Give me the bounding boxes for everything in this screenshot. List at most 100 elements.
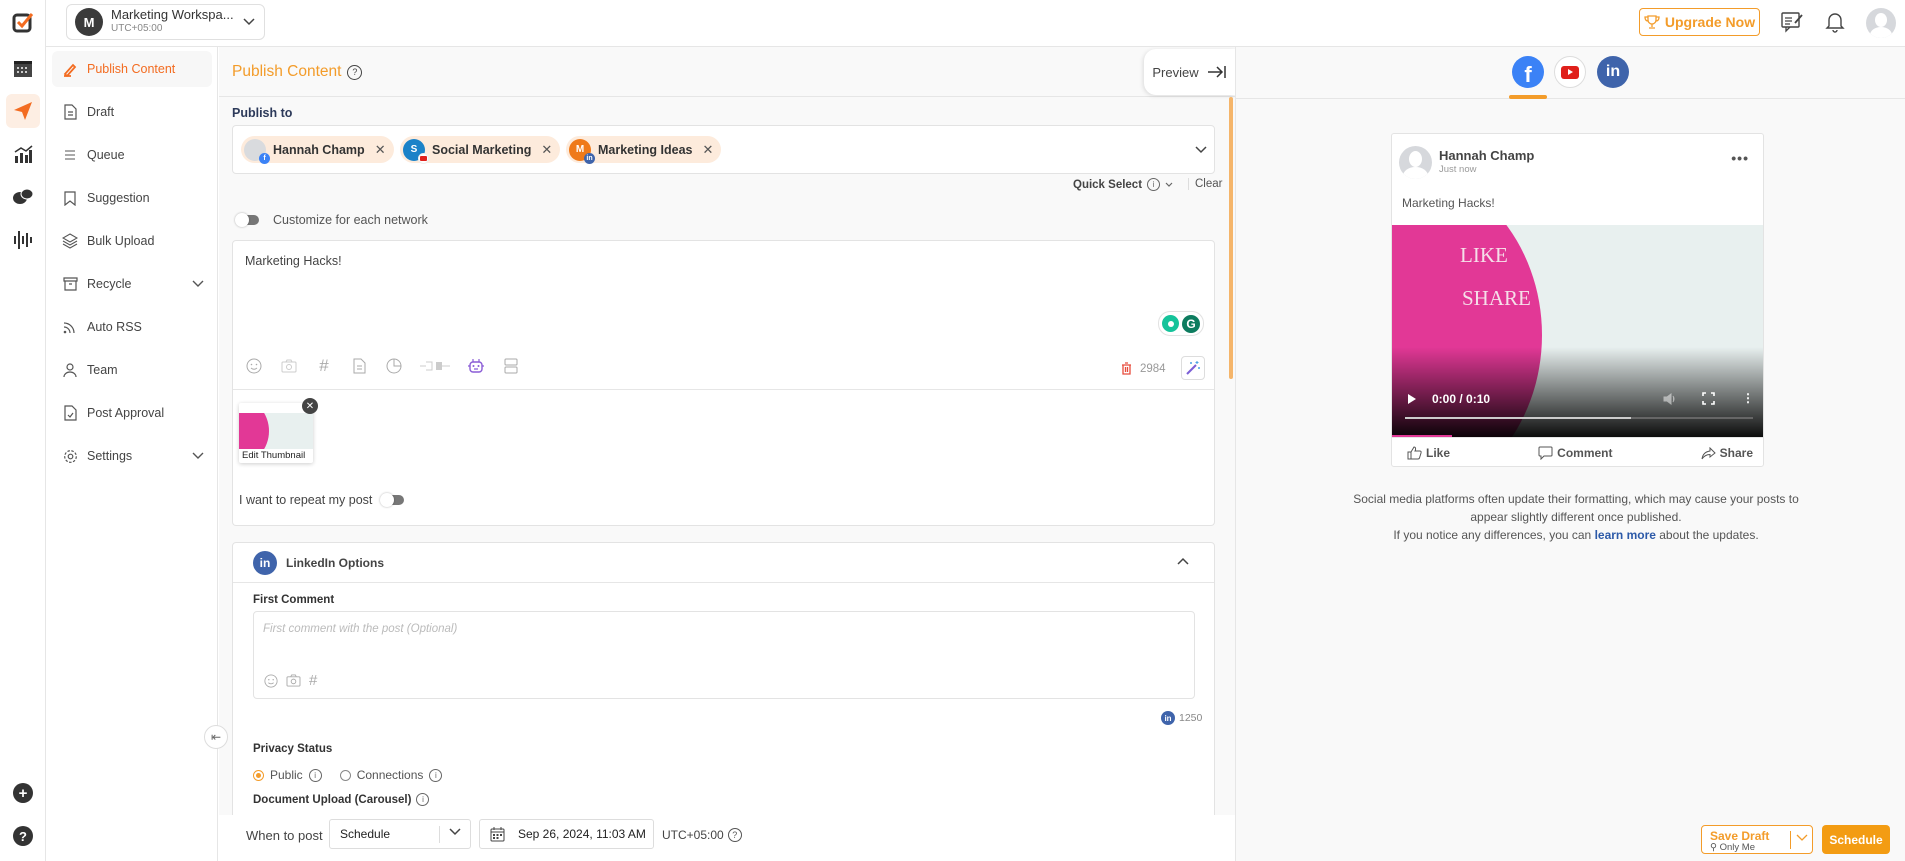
linkedin-options-header[interactable]: in LinkedIn Options bbox=[233, 543, 1214, 583]
share-action[interactable]: Share bbox=[1701, 446, 1753, 460]
account-selector[interactable]: f Hannah Champ ✕ S Social Marketing ✕ M … bbox=[232, 125, 1215, 174]
user-icon bbox=[62, 362, 78, 378]
compose-note-icon[interactable] bbox=[1780, 11, 1804, 36]
help-circle-icon[interactable]: ? bbox=[727, 828, 742, 842]
video-more-icon[interactable]: ⋮ bbox=[1742, 391, 1754, 405]
hashtag-icon[interactable]: # bbox=[309, 673, 317, 691]
datetime-picker[interactable]: Sep 26, 2024, 11:03 AM bbox=[479, 819, 654, 849]
privacy-connections-radio[interactable] bbox=[339, 769, 351, 781]
more-options-icon[interactable]: ••• bbox=[1731, 150, 1749, 166]
sidebar-item-post-approval[interactable]: Post Approval bbox=[52, 395, 212, 431]
learn-more-link[interactable]: learn more bbox=[1595, 528, 1656, 542]
account-name: Marketing Ideas bbox=[598, 142, 693, 157]
sidebar-item-team[interactable]: Team bbox=[52, 352, 212, 388]
add-icon[interactable]: + bbox=[6, 776, 40, 810]
user-avatar[interactable] bbox=[1866, 8, 1896, 38]
remove-account-icon[interactable]: ✕ bbox=[702, 142, 713, 158]
sidebar-item-bulk-upload[interactable]: Bulk Upload bbox=[52, 223, 212, 259]
sidebar-item-label: Draft bbox=[87, 105, 115, 119]
chevron-up-icon[interactable] bbox=[1176, 556, 1190, 566]
chevron-down-icon[interactable] bbox=[1194, 145, 1208, 155]
sidebar-item-settings[interactable]: Settings bbox=[52, 438, 212, 474]
schedule-type-select[interactable]: Schedule bbox=[329, 819, 471, 849]
info-icon[interactable]: i bbox=[416, 793, 430, 806]
play-icon[interactable] bbox=[1406, 392, 1418, 406]
sidebar-item-label: Publish Content bbox=[87, 62, 176, 76]
layout-split-icon[interactable] bbox=[502, 357, 520, 375]
pie-chart-icon[interactable] bbox=[385, 357, 403, 375]
sidebar-item-recycle[interactable]: Recycle bbox=[52, 266, 212, 302]
analytics-icon[interactable] bbox=[6, 137, 40, 171]
camera-icon[interactable] bbox=[286, 674, 301, 691]
sidebar-item-auto-rss[interactable]: Auto RSS bbox=[52, 309, 212, 345]
upgrade-now-label: Upgrade Now bbox=[1664, 14, 1756, 30]
sidebar-item-draft[interactable]: Draft bbox=[52, 94, 212, 130]
grammarly-icon: G bbox=[1182, 314, 1200, 333]
sidebar-item-suggestion[interactable]: Suggestion bbox=[52, 180, 212, 216]
first-comment-label: First Comment bbox=[253, 594, 335, 606]
like-action[interactable]: Like bbox=[1407, 446, 1450, 460]
customize-toggle[interactable] bbox=[235, 213, 259, 227]
video-player[interactable]: LIKE SHARE 0:00 / 0:10 ⋮ bbox=[1392, 225, 1763, 437]
emoji-icon[interactable] bbox=[245, 357, 263, 375]
help-circle-icon[interactable]: ? bbox=[347, 64, 363, 80]
clear-button[interactable]: Clear bbox=[1188, 178, 1222, 190]
volume-icon[interactable] bbox=[1663, 392, 1677, 406]
save-draft-button[interactable]: Save Draft ⚲ Only Me bbox=[1701, 825, 1813, 854]
tab-facebook-preview[interactable]: f bbox=[1512, 56, 1544, 88]
inbox-chat-icon[interactable] bbox=[6, 180, 40, 214]
chevron-down-icon[interactable] bbox=[192, 280, 204, 288]
fullscreen-icon[interactable] bbox=[1702, 392, 1715, 405]
remove-account-icon[interactable]: ✕ bbox=[541, 142, 552, 158]
upgrade-now-button[interactable]: Upgrade Now bbox=[1639, 8, 1760, 36]
tab-youtube-preview[interactable] bbox=[1554, 56, 1586, 88]
info-icon: i bbox=[1147, 178, 1161, 191]
comment-action[interactable]: Comment bbox=[1538, 446, 1613, 460]
help-icon[interactable]: ? bbox=[6, 819, 40, 853]
ai-robot-icon[interactable] bbox=[467, 357, 485, 375]
tab-linkedin-preview[interactable]: in bbox=[1597, 56, 1629, 88]
magic-wand-button[interactable] bbox=[1181, 356, 1205, 380]
preview-toggle-button[interactable]: Preview bbox=[1144, 49, 1235, 95]
quick-select-button[interactable]: Quick Select i bbox=[1073, 178, 1173, 191]
document-icon[interactable] bbox=[350, 357, 368, 375]
notifications-bell-icon[interactable] bbox=[1825, 11, 1845, 36]
remove-account-icon[interactable]: ✕ bbox=[375, 142, 386, 158]
info-icon[interactable]: i bbox=[429, 768, 443, 782]
emoji-icon[interactable] bbox=[264, 674, 278, 691]
plugin-icon[interactable] bbox=[420, 357, 450, 375]
video-progress-bar[interactable] bbox=[1405, 417, 1753, 419]
listening-waveform-icon[interactable] bbox=[6, 223, 40, 257]
hashtag-icon[interactable]: # bbox=[315, 356, 333, 375]
trash-icon[interactable] bbox=[1121, 362, 1132, 375]
camera-icon[interactable] bbox=[280, 357, 298, 375]
publish-paper-plane-icon[interactable] bbox=[6, 94, 40, 128]
sidebar-item-publish-content[interactable]: Publish Content bbox=[52, 51, 212, 87]
rss-icon bbox=[62, 319, 78, 335]
app-logo-icon[interactable] bbox=[6, 5, 40, 39]
edit-thumbnail-link[interactable]: Edit Thumbnail bbox=[242, 450, 305, 461]
comment-icon bbox=[1538, 446, 1553, 460]
chevron-down-icon bbox=[243, 18, 255, 26]
grammarly-widget[interactable]: G bbox=[1158, 311, 1204, 336]
first-comment-input[interactable]: First comment with the post (Optional) # bbox=[253, 611, 1195, 699]
account-avatar: M in bbox=[569, 138, 595, 164]
sidebar-item-label: Post Approval bbox=[87, 406, 165, 420]
schedule-button[interactable]: Schedule bbox=[1822, 825, 1890, 854]
post-text-input[interactable]: Marketing Hacks! bbox=[245, 254, 342, 268]
repeat-post-toggle[interactable] bbox=[380, 492, 405, 507]
chevron-down-icon[interactable] bbox=[1796, 834, 1808, 842]
privacy-public-radio[interactable] bbox=[253, 769, 264, 781]
video-thumbnail[interactable]: Edit Thumbnail bbox=[239, 403, 313, 463]
workspace-name: Marketing Workspa... bbox=[111, 7, 234, 22]
workspace-selector[interactable]: M Marketing Workspa... UTC+05:00 bbox=[66, 4, 265, 40]
collapse-sidebar-button[interactable]: ⇤ bbox=[204, 725, 228, 749]
sidebar-item-queue[interactable]: Queue bbox=[52, 137, 212, 173]
remove-media-icon[interactable]: ✕ bbox=[302, 398, 318, 414]
info-icon[interactable]: i bbox=[308, 768, 322, 782]
calendar-icon[interactable] bbox=[6, 51, 40, 85]
customize-toggle-row: Customize for each network bbox=[235, 213, 428, 227]
thumbnail-image bbox=[239, 413, 313, 449]
scrollbar[interactable] bbox=[1229, 97, 1233, 379]
chevron-down-icon[interactable] bbox=[192, 452, 204, 460]
